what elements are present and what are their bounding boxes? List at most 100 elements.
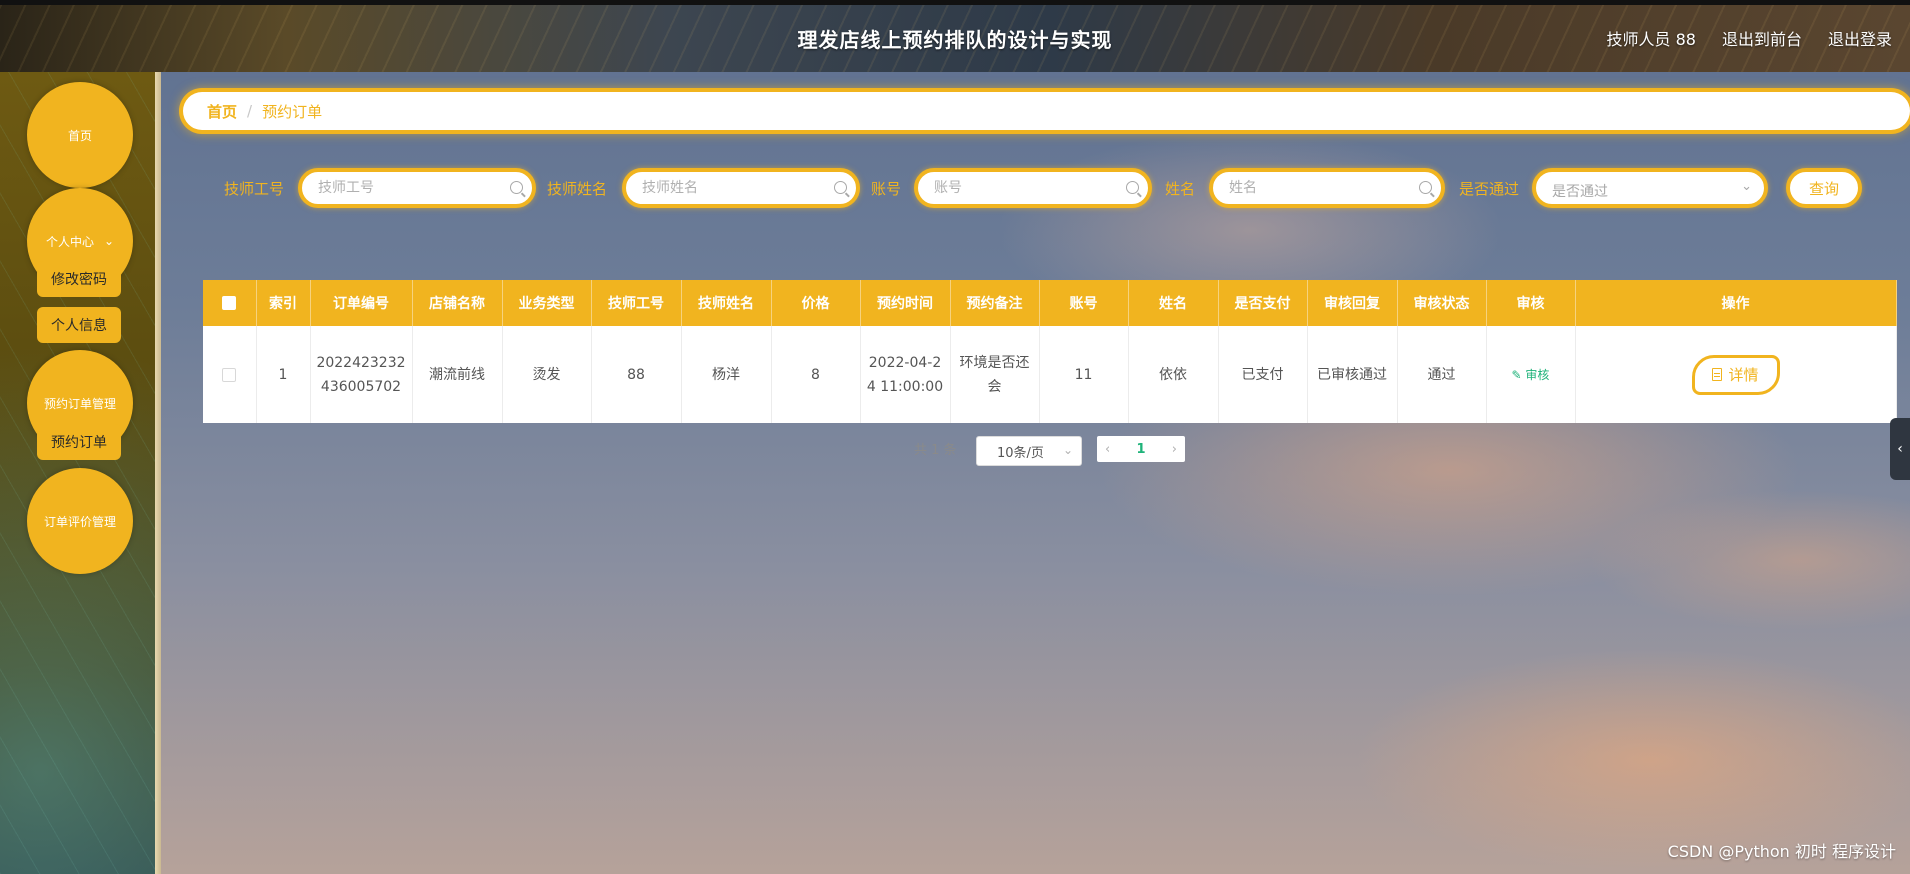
menu-review-management[interactable]: 订单评价管理 — [27, 468, 133, 574]
account-label: 账号 — [871, 180, 902, 198]
cell-account: 11 — [1039, 326, 1129, 423]
cell-shop: 潮流前线 — [412, 326, 503, 423]
search-icon — [834, 181, 847, 194]
next-page-icon[interactable]: › — [1172, 442, 1177, 457]
cell-actions: 详情 — [1575, 326, 1897, 423]
passed-select[interactable]: 是否通过 ⌄ — [1532, 168, 1768, 208]
account-field — [914, 168, 1152, 208]
page-size-select[interactable]: 10条/页 ⌄ — [976, 436, 1082, 466]
column-header: 姓名 — [1128, 280, 1219, 326]
breadcrumb-current: 预约订单 — [262, 102, 323, 121]
watermark: CSDN @Python 初时 程序设计 — [1667, 842, 1896, 861]
passed-label: 是否通过 — [1459, 180, 1520, 198]
detail-button-label: 详情 — [1728, 365, 1759, 384]
cell-index: 1 — [256, 326, 311, 423]
cell-tech-id: 88 — [591, 326, 682, 423]
search-icon — [1126, 181, 1139, 194]
name-label: 姓名 — [1165, 180, 1196, 198]
menu-personal-center-label: 个人中心 — [45, 234, 94, 249]
cell-time: 2022-04-24 11:00:00 — [860, 326, 951, 423]
cell-tech-name: 杨洋 — [681, 326, 772, 423]
column-header: 索引 — [256, 280, 311, 326]
exit-to-front-link[interactable]: 退出到前台 — [1722, 26, 1802, 50]
select-all-checkbox[interactable] — [222, 296, 237, 310]
passed-select-value: 是否通过 — [1552, 184, 1608, 200]
menu-personal-info[interactable]: 个人信息 — [37, 307, 121, 343]
table-row: 1 2022423232436005702 潮流前线 烫发 88 杨洋 8 20… — [203, 326, 1897, 423]
cell-biz-type: 烫发 — [502, 326, 592, 423]
menu-home[interactable]: 首页 — [27, 82, 133, 188]
column-header: 操作 — [1575, 280, 1897, 326]
cell-paid: 已支付 — [1218, 326, 1308, 423]
detail-button[interactable]: 详情 — [1691, 354, 1780, 395]
document-icon — [1712, 368, 1723, 381]
search-icon — [1419, 181, 1432, 194]
column-header: 账号 — [1039, 280, 1129, 326]
column-header: 店铺名称 — [412, 280, 503, 326]
cell-remark: 环境是否还会 — [950, 326, 1040, 423]
cell-review: ✎ 审核 — [1486, 326, 1576, 423]
chevron-down-icon: ⌄ — [1062, 443, 1073, 457]
table-header-row: 索引 订单编号 店铺名称 业务类型 技师工号 技师姓名 价格 预约时间 预约备注… — [203, 280, 1897, 326]
menu-order-management-label: 预约订单管理 — [43, 396, 116, 411]
cell-order-no: 2022423232436005702 — [310, 326, 413, 423]
column-header: 审核回复 — [1307, 280, 1398, 326]
row-checkbox[interactable] — [222, 367, 237, 382]
background-image — [0, 0, 1910, 874]
column-header: 订单编号 — [310, 280, 413, 326]
column-header: 审核状态 — [1397, 280, 1487, 326]
row-select-cell — [203, 326, 257, 423]
column-header: 预约时间 — [860, 280, 951, 326]
menu-review-management-label: 订单评价管理 — [43, 514, 116, 529]
breadcrumb-home[interactable]: 首页 — [207, 101, 237, 122]
breadcrumb-separator: / — [247, 102, 253, 120]
logout-link[interactable]: 退出登录 — [1828, 26, 1892, 50]
collapse-panel-tab[interactable]: ‹ — [1890, 418, 1910, 480]
column-header: 业务类型 — [502, 280, 592, 326]
column-header: 审核 — [1486, 280, 1576, 326]
name-field — [1209, 168, 1445, 208]
prev-page-icon[interactable]: ‹ — [1105, 442, 1110, 457]
menu-orders[interactable]: 预约订单 — [37, 424, 121, 460]
cell-reply: 已审核通过 — [1307, 326, 1398, 423]
chevron-down-icon: ⌄ — [103, 234, 115, 248]
column-header: 技师姓名 — [681, 280, 772, 326]
page-number[interactable]: 1 — [1136, 442, 1145, 457]
header-actions: 技师人员 88 退出到前台 退出登录 — [1607, 26, 1892, 50]
column-header: 技师工号 — [591, 280, 682, 326]
orders-table: 索引 订单编号 店铺名称 业务类型 技师工号 技师姓名 价格 预约时间 预约备注… — [203, 280, 1897, 423]
pagination-total: 共 1 条 — [914, 443, 957, 458]
column-header: 是否支付 — [1218, 280, 1308, 326]
search-icon — [510, 181, 523, 194]
page-size-value: 10条/页 — [997, 445, 1044, 461]
account-input[interactable] — [918, 172, 1148, 204]
edit-icon: ✎ — [1511, 367, 1526, 382]
current-user-label: 技师人员 88 — [1606, 30, 1696, 49]
review-link-label: 审核 — [1525, 367, 1550, 382]
menu-change-password[interactable]: 修改密码 — [37, 261, 121, 297]
tech-name-input[interactable] — [626, 172, 856, 204]
header-select-all — [203, 280, 257, 326]
breadcrumb: 首页 / 预约订单 — [183, 92, 1910, 130]
pager: ‹ 1 › — [1097, 436, 1185, 462]
column-header: 预约备注 — [950, 280, 1040, 326]
tech-name-field — [622, 168, 860, 208]
column-header: 价格 — [771, 280, 861, 326]
review-link[interactable]: ✎ 审核 — [1512, 368, 1550, 382]
name-input[interactable] — [1213, 172, 1441, 204]
menu-home-label: 首页 — [67, 128, 92, 143]
tech-id-label: 技师工号 — [224, 180, 285, 198]
query-button[interactable]: 查询 — [1786, 168, 1862, 208]
menu-orders-label: 预约订单 — [51, 435, 107, 451]
cell-name: 依依 — [1128, 326, 1219, 423]
query-button-label: 查询 — [1808, 179, 1839, 198]
cell-status: 通过 — [1397, 326, 1487, 423]
tech-id-input[interactable] — [302, 172, 532, 204]
chevron-left-icon: ‹ — [1897, 441, 1903, 457]
tech-id-field — [298, 168, 536, 208]
sidebar-divider — [155, 72, 161, 874]
menu-change-password-label: 修改密码 — [51, 272, 107, 288]
tech-name-label: 技师姓名 — [547, 180, 608, 198]
menu-personal-info-label: 个人信息 — [51, 318, 107, 334]
chevron-down-icon: ⌄ — [1741, 179, 1752, 194]
